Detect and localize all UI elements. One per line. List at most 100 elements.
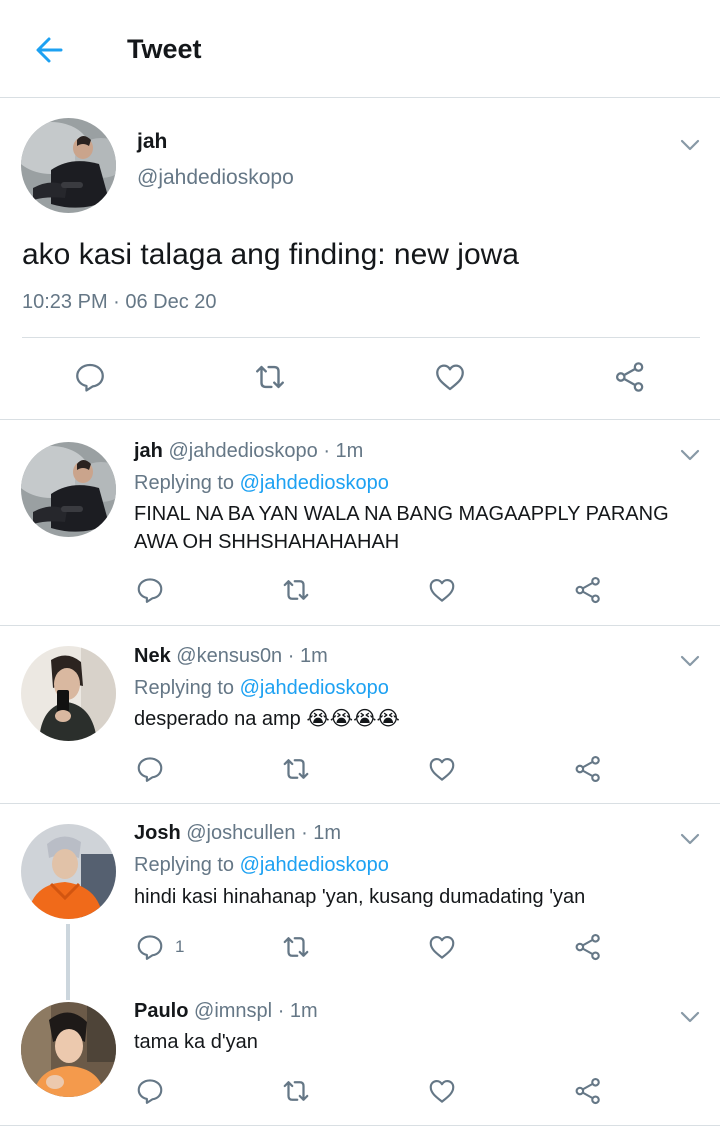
reply-actions [0, 573, 720, 609]
retweet-arrows-icon [283, 759, 309, 779]
reply-tweet[interactable]: Nek @kensus0n · 1m Replying to @jahdedio… [0, 626, 720, 804]
speech-bubble-icon [137, 578, 163, 603]
more-options-button[interactable] [677, 830, 703, 848]
author-name[interactable]: Josh [134, 822, 181, 844]
reply-header: Nek @kensus0n · 1m [134, 645, 328, 668]
more-options-button[interactable] [677, 1008, 703, 1026]
reply-button[interactable] [135, 575, 165, 605]
heart-icon [429, 757, 455, 781]
mention-link[interactable]: @jahdedioskopo [240, 677, 389, 699]
reply-header: Josh @joshcullen · 1m [134, 822, 341, 845]
author-name[interactable]: jah [134, 440, 163, 462]
reply-actions [0, 1074, 720, 1110]
author-name[interactable]: Nek [134, 645, 171, 667]
replying-to-label: Replying to [134, 677, 235, 699]
reply-time: · 1m [301, 822, 342, 844]
back-button[interactable] [28, 30, 70, 70]
more-options-button[interactable] [677, 136, 703, 154]
speech-bubble-icon [137, 1079, 163, 1104]
retweet-button[interactable] [279, 575, 313, 605]
reply-actions [0, 752, 720, 788]
reply-text: FINAL NA BA YAN WALA NA BANG MAGAAPPLY P… [134, 503, 669, 553]
heart-icon [429, 578, 455, 602]
speech-bubble-icon [76, 363, 104, 392]
replying-to: Replying to @jahdedioskopo [134, 677, 389, 700]
more-options-button[interactable] [677, 446, 703, 464]
share-button[interactable] [573, 754, 603, 784]
replying-to: Replying to @jahdedioskopo [134, 854, 389, 877]
author-handle[interactable]: @jahdedioskopo [168, 440, 317, 462]
reply-actions: 1 [0, 930, 720, 966]
replying-to-label: Replying to [134, 854, 235, 876]
speech-bubble-icon [137, 757, 163, 782]
reply-tweet[interactable]: jah @jahdedioskopo · 1m Replying to @jah… [0, 420, 720, 626]
reply-button[interactable] [135, 1076, 165, 1106]
reply-tweet[interactable]: Josh @joshcullen · 1m Replying to @jahde… [0, 804, 720, 984]
avatar[interactable] [21, 442, 116, 537]
author-handle[interactable]: @imnspl [194, 1000, 272, 1022]
retweet-button[interactable] [279, 754, 313, 784]
share-nodes-icon [575, 576, 600, 604]
more-options-button[interactable] [677, 652, 703, 670]
author-handle[interactable]: @kensus0n [176, 645, 282, 667]
speech-bubble-icon [137, 935, 163, 960]
share-nodes-icon [615, 362, 644, 392]
reply-count: 1 [175, 937, 185, 956]
like-button[interactable] [427, 575, 457, 605]
tweet-text: ako kasi talaga ang finding: new jowa [22, 238, 519, 271]
reply-button[interactable] [73, 360, 107, 394]
chevron-down-icon [680, 833, 700, 845]
share-button[interactable] [612, 360, 648, 394]
heart-icon [429, 935, 455, 959]
author-name[interactable]: jah [137, 130, 167, 154]
author-handle[interactable]: @jahdedioskopo [137, 166, 294, 190]
retweet-button[interactable] [251, 360, 289, 394]
arrow-left-icon [36, 37, 63, 63]
retweet-arrows-icon [256, 365, 284, 389]
author-handle[interactable]: @joshcullen [186, 822, 295, 844]
avatar[interactable] [21, 824, 116, 919]
chevron-down-icon [680, 449, 700, 461]
retweet-arrows-icon [283, 937, 309, 957]
reply-time: · 1m [287, 645, 328, 667]
share-nodes-icon [575, 1077, 600, 1105]
avatar[interactable] [21, 646, 116, 741]
reply-button[interactable] [135, 754, 165, 784]
reply-time: · 1m [277, 1000, 318, 1022]
retweet-arrows-icon [283, 580, 309, 600]
author-name[interactable]: Paulo [134, 1000, 188, 1022]
like-button[interactable] [427, 1076, 457, 1106]
share-nodes-icon [575, 755, 600, 783]
retweet-button[interactable] [279, 1076, 313, 1106]
reply-header: jah @jahdedioskopo · 1m [134, 440, 363, 463]
like-button[interactable] [427, 932, 457, 962]
like-button[interactable] [432, 360, 468, 394]
retweet-button[interactable] [279, 932, 313, 962]
reply-button[interactable]: 1 [135, 932, 184, 962]
reply-text: tama ka d'yan [134, 1031, 258, 1053]
replying-to: Replying to @jahdedioskopo [134, 472, 389, 495]
chevron-down-icon [680, 1011, 700, 1023]
like-button[interactable] [427, 754, 457, 784]
chevron-down-icon [680, 655, 700, 667]
retweet-arrows-icon [283, 1081, 309, 1101]
replying-to-label: Replying to [134, 472, 235, 494]
top-bar: Tweet [0, 0, 720, 98]
reply-text: desperado na amp 😭😭😭😭 [134, 708, 400, 730]
heart-icon [436, 364, 464, 391]
share-button[interactable] [573, 575, 603, 605]
divider [22, 337, 700, 338]
page-title: Tweet [127, 34, 202, 64]
reply-time: · 1m [323, 440, 364, 462]
mention-link[interactable]: @jahdedioskopo [240, 472, 389, 494]
main-tweet: jah @jahdedioskopo ako kasi talaga ang f… [0, 98, 720, 420]
tweet-actions [0, 356, 720, 400]
reply-text: hindi kasi hinahanap 'yan, kusang dumada… [134, 886, 586, 908]
reply-header: Paulo @imnspl · 1m [134, 1000, 318, 1023]
reply-tweet[interactable]: Paulo @imnspl · 1m tama ka d'yan [0, 984, 720, 1126]
avatar[interactable] [21, 118, 116, 213]
mention-link[interactable]: @jahdedioskopo [240, 854, 389, 876]
share-button[interactable] [573, 1076, 603, 1106]
share-button[interactable] [573, 932, 603, 962]
chevron-down-icon [680, 139, 700, 151]
